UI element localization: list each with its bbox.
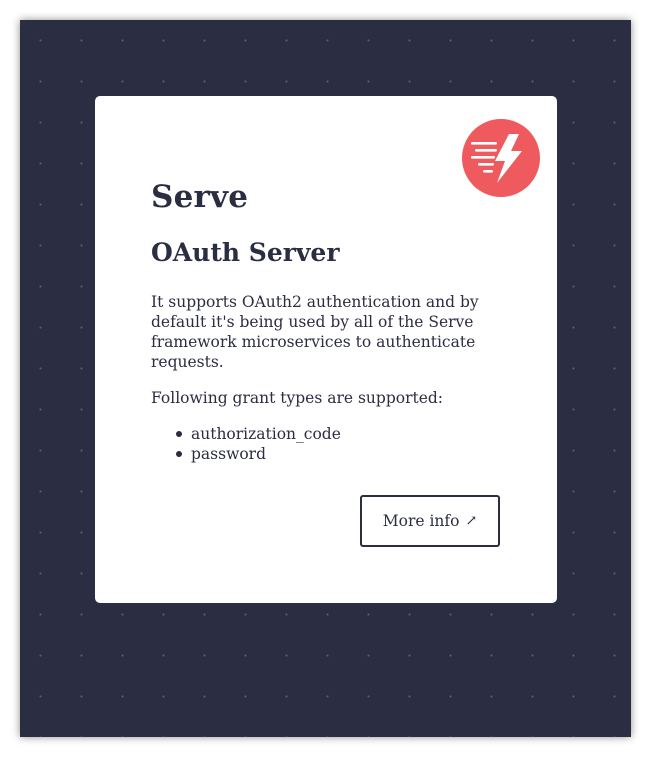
list-item: password xyxy=(176,444,501,464)
grant-types-intro: Following grant types are supported: xyxy=(151,389,444,407)
serve-logo-icon xyxy=(462,119,540,197)
grant-types-list: authorization_code password xyxy=(151,424,501,464)
external-link-arrow-icon: ↗ xyxy=(465,513,478,529)
service-description: It supports OAuth2 authentication and by… xyxy=(151,293,479,371)
more-info-label: More info xyxy=(382,512,460,530)
bullet-icon xyxy=(176,451,182,457)
grant-type-label: authorization_code xyxy=(191,425,341,443)
grant-type-label: password xyxy=(191,445,267,463)
more-info-button[interactable]: More info ↗ xyxy=(360,495,500,547)
service-title: OAuth Server xyxy=(151,238,340,267)
page-background: Serve OAuth Server It supports OAuth2 au… xyxy=(20,20,631,737)
list-item: authorization_code xyxy=(176,424,501,444)
brand-title: Serve xyxy=(151,179,249,215)
bullet-icon xyxy=(176,431,182,437)
info-card: Serve OAuth Server It supports OAuth2 au… xyxy=(95,96,557,603)
